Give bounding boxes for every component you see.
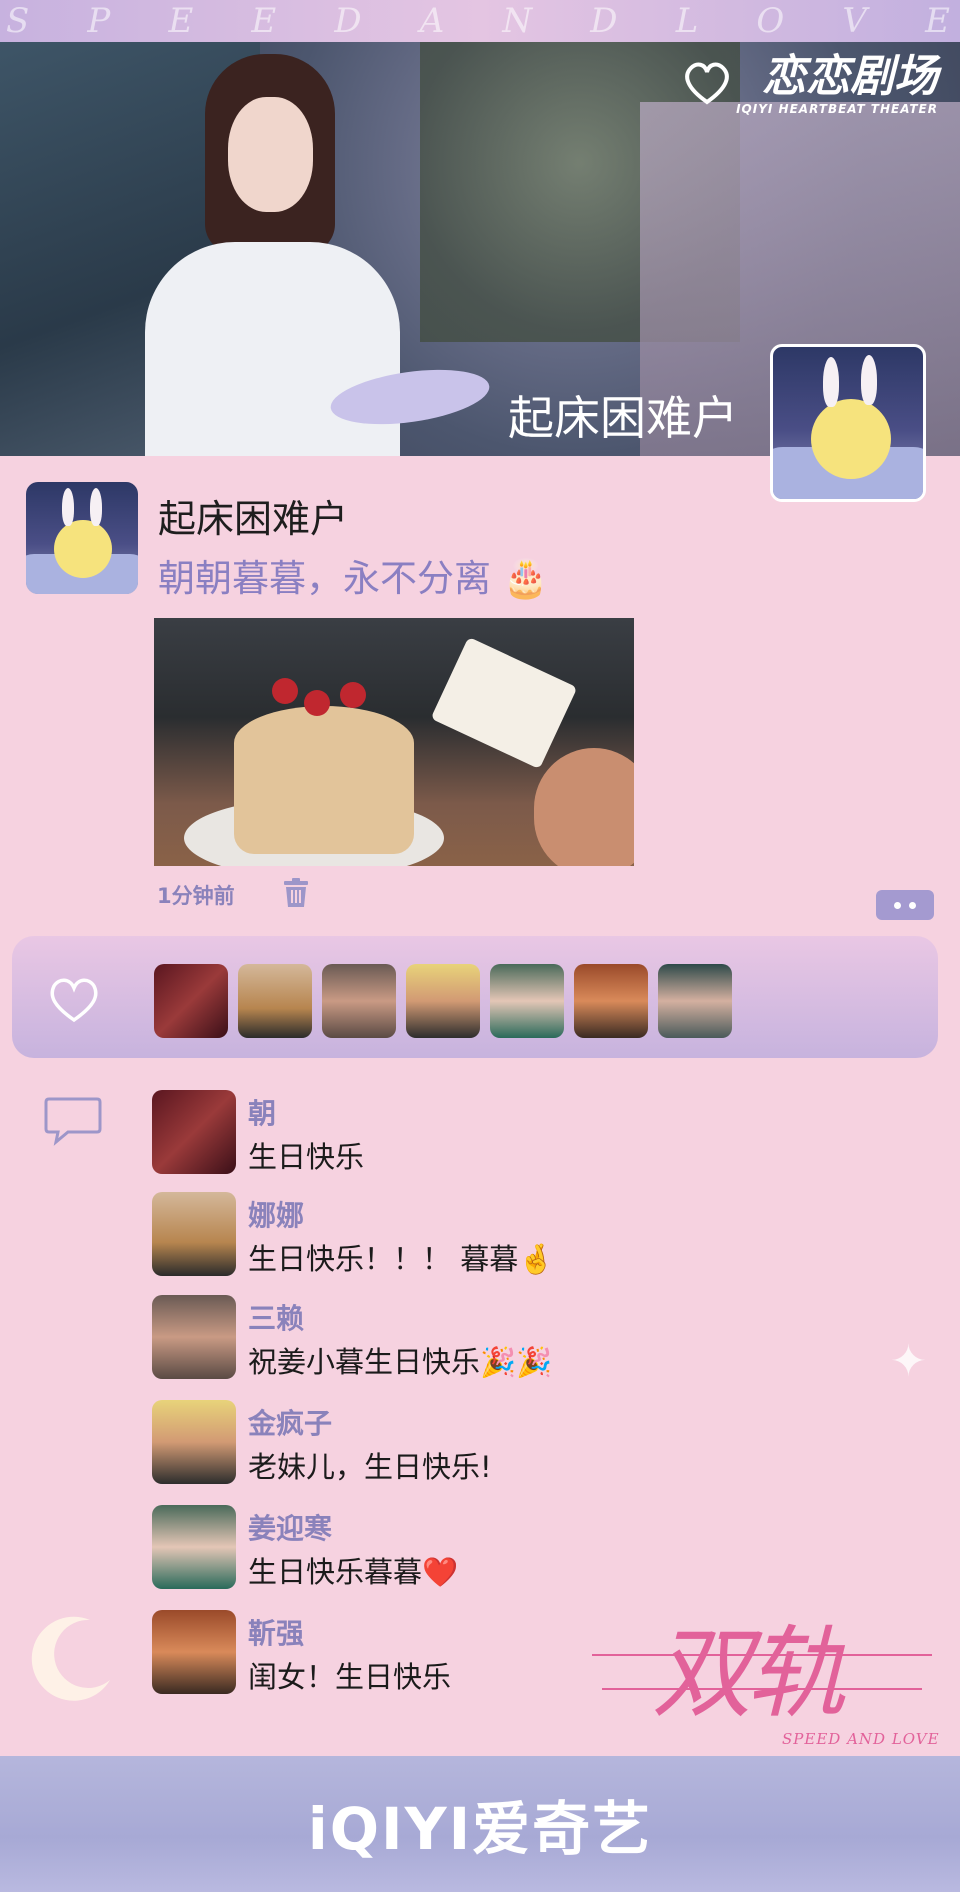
like-avatar[interactable] <box>322 964 396 1038</box>
comment-text: 闺女！生日快乐 <box>248 1660 452 1694</box>
like-avatar-list <box>154 964 732 1038</box>
more-dot-icon <box>909 901 916 909</box>
comment-text: 老妹儿，生日快乐! <box>248 1450 492 1484</box>
banner-letter: A <box>419 1 449 41</box>
commenter-name[interactable]: 娜娜 <box>248 1194 304 1234</box>
commenter-avatar[interactable] <box>152 1505 236 1589</box>
iqiyi-logo: iQIYI爱奇艺 <box>307 1795 653 1863</box>
commenter-name[interactable]: 姜迎寒 <box>248 1507 332 1547</box>
moon-shape <box>811 399 891 479</box>
banner-letter: V <box>842 1 871 41</box>
heart-logo-icon <box>685 62 729 105</box>
banner-letter: E <box>251 1 281 41</box>
strawberry-shape <box>272 678 298 704</box>
banner-letter: L <box>675 1 703 41</box>
banner-letter: S <box>6 1 34 41</box>
strawberry-shape <box>304 690 330 716</box>
cake-slice-shape <box>430 636 578 770</box>
logo-main-text: 恋恋剧场 <box>762 51 938 102</box>
banner-letter: O <box>756 1 789 41</box>
commenter-name[interactable]: 靳强 <box>248 1612 304 1652</box>
banner-letter: P <box>87 1 115 41</box>
comment-item: 娜娜 生日快乐！！！ 暮暮🤞 <box>152 1192 852 1278</box>
likes-bar <box>12 936 938 1058</box>
comment-text: 祝姜小暮生日快乐🎉🎉 <box>248 1345 553 1379</box>
comment-icon[interactable] <box>44 1095 102 1147</box>
comment-item: 朝 生日快乐 <box>152 1090 852 1176</box>
post-timestamp: 1分钟前 <box>157 884 235 908</box>
comment-item: 姜迎寒 生日快乐暮暮❤️ <box>152 1505 852 1591</box>
like-avatar[interactable] <box>238 964 312 1038</box>
like-avatar[interactable] <box>574 964 648 1038</box>
cover-username: 起床困难户 <box>508 391 738 445</box>
moon-icon <box>31 1616 110 1701</box>
like-avatar[interactable] <box>658 964 732 1038</box>
cover-person-shirt <box>145 242 400 456</box>
like-avatar[interactable] <box>490 964 564 1038</box>
post-author-name[interactable]: 起床困难户 <box>158 488 348 543</box>
comment-item: 金疯子 老妹儿，生日快乐! <box>152 1400 852 1486</box>
bunny-ear <box>90 488 102 526</box>
heart-icon[interactable] <box>46 974 102 1024</box>
drama-title-cn: 双轨 <box>652 1615 846 1732</box>
footer-bar: iQIYI爱奇艺 <box>0 1756 960 1892</box>
commenter-name[interactable]: 朝 <box>248 1092 276 1132</box>
post-author-avatar[interactable] <box>26 482 138 594</box>
post-text: 朝朝暮暮，永不分离 🎂 <box>158 557 549 600</box>
banner-letter: D <box>590 1 622 41</box>
cover-person-face <box>228 97 313 212</box>
bunny-ear <box>861 355 877 405</box>
more-dot-icon <box>894 901 901 909</box>
profile-avatar[interactable] <box>770 344 926 502</box>
drama-title-en: SPEED AND LOVE <box>782 1730 940 1748</box>
top-band-letters: S P E E D A N D L O V E <box>0 0 960 42</box>
commenter-name[interactable]: 三赖 <box>248 1297 304 1337</box>
moon-shape <box>54 520 112 578</box>
comment-item: 三赖 祝姜小暮生日快乐🎉🎉 <box>152 1295 852 1381</box>
cake-shape <box>234 706 414 854</box>
commenter-avatar[interactable] <box>152 1610 236 1694</box>
star-icon: ✦ <box>890 1336 927 1387</box>
bunny-ear <box>823 357 839 407</box>
heartbeat-theater-logo: 恋恋剧场 IQIYI HEARTBEAT THEATER <box>685 51 938 116</box>
commenter-avatar[interactable] <box>152 1400 236 1484</box>
comment-text: 生日快乐！！！ 暮暮🤞 <box>248 1242 555 1276</box>
banner-letter: D <box>334 1 366 41</box>
more-button[interactable] <box>876 890 934 920</box>
commenter-avatar[interactable] <box>152 1090 236 1174</box>
hand-shape <box>534 748 634 866</box>
banner-letter: N <box>502 1 537 41</box>
commenter-avatar[interactable] <box>152 1192 236 1276</box>
like-avatar[interactable] <box>406 964 480 1038</box>
like-avatar[interactable] <box>154 964 228 1038</box>
trash-icon[interactable] <box>283 878 309 908</box>
post-image[interactable] <box>154 618 634 866</box>
strawberry-shape <box>340 682 366 708</box>
bunny-ear <box>62 488 74 526</box>
drama-title-art: 双轨 SPEED AND LOVE <box>592 1598 942 1748</box>
banner-letter: E <box>168 1 198 41</box>
logo-sub-text: IQIYI HEARTBEAT THEATER <box>736 102 938 116</box>
comment-text: 生日快乐 <box>248 1140 365 1174</box>
banner-letter: E <box>925 1 954 41</box>
comment-text: 生日快乐暮暮❤️ <box>248 1555 459 1589</box>
commenter-avatar[interactable] <box>152 1295 236 1379</box>
commenter-name[interactable]: 金疯子 <box>248 1402 332 1442</box>
